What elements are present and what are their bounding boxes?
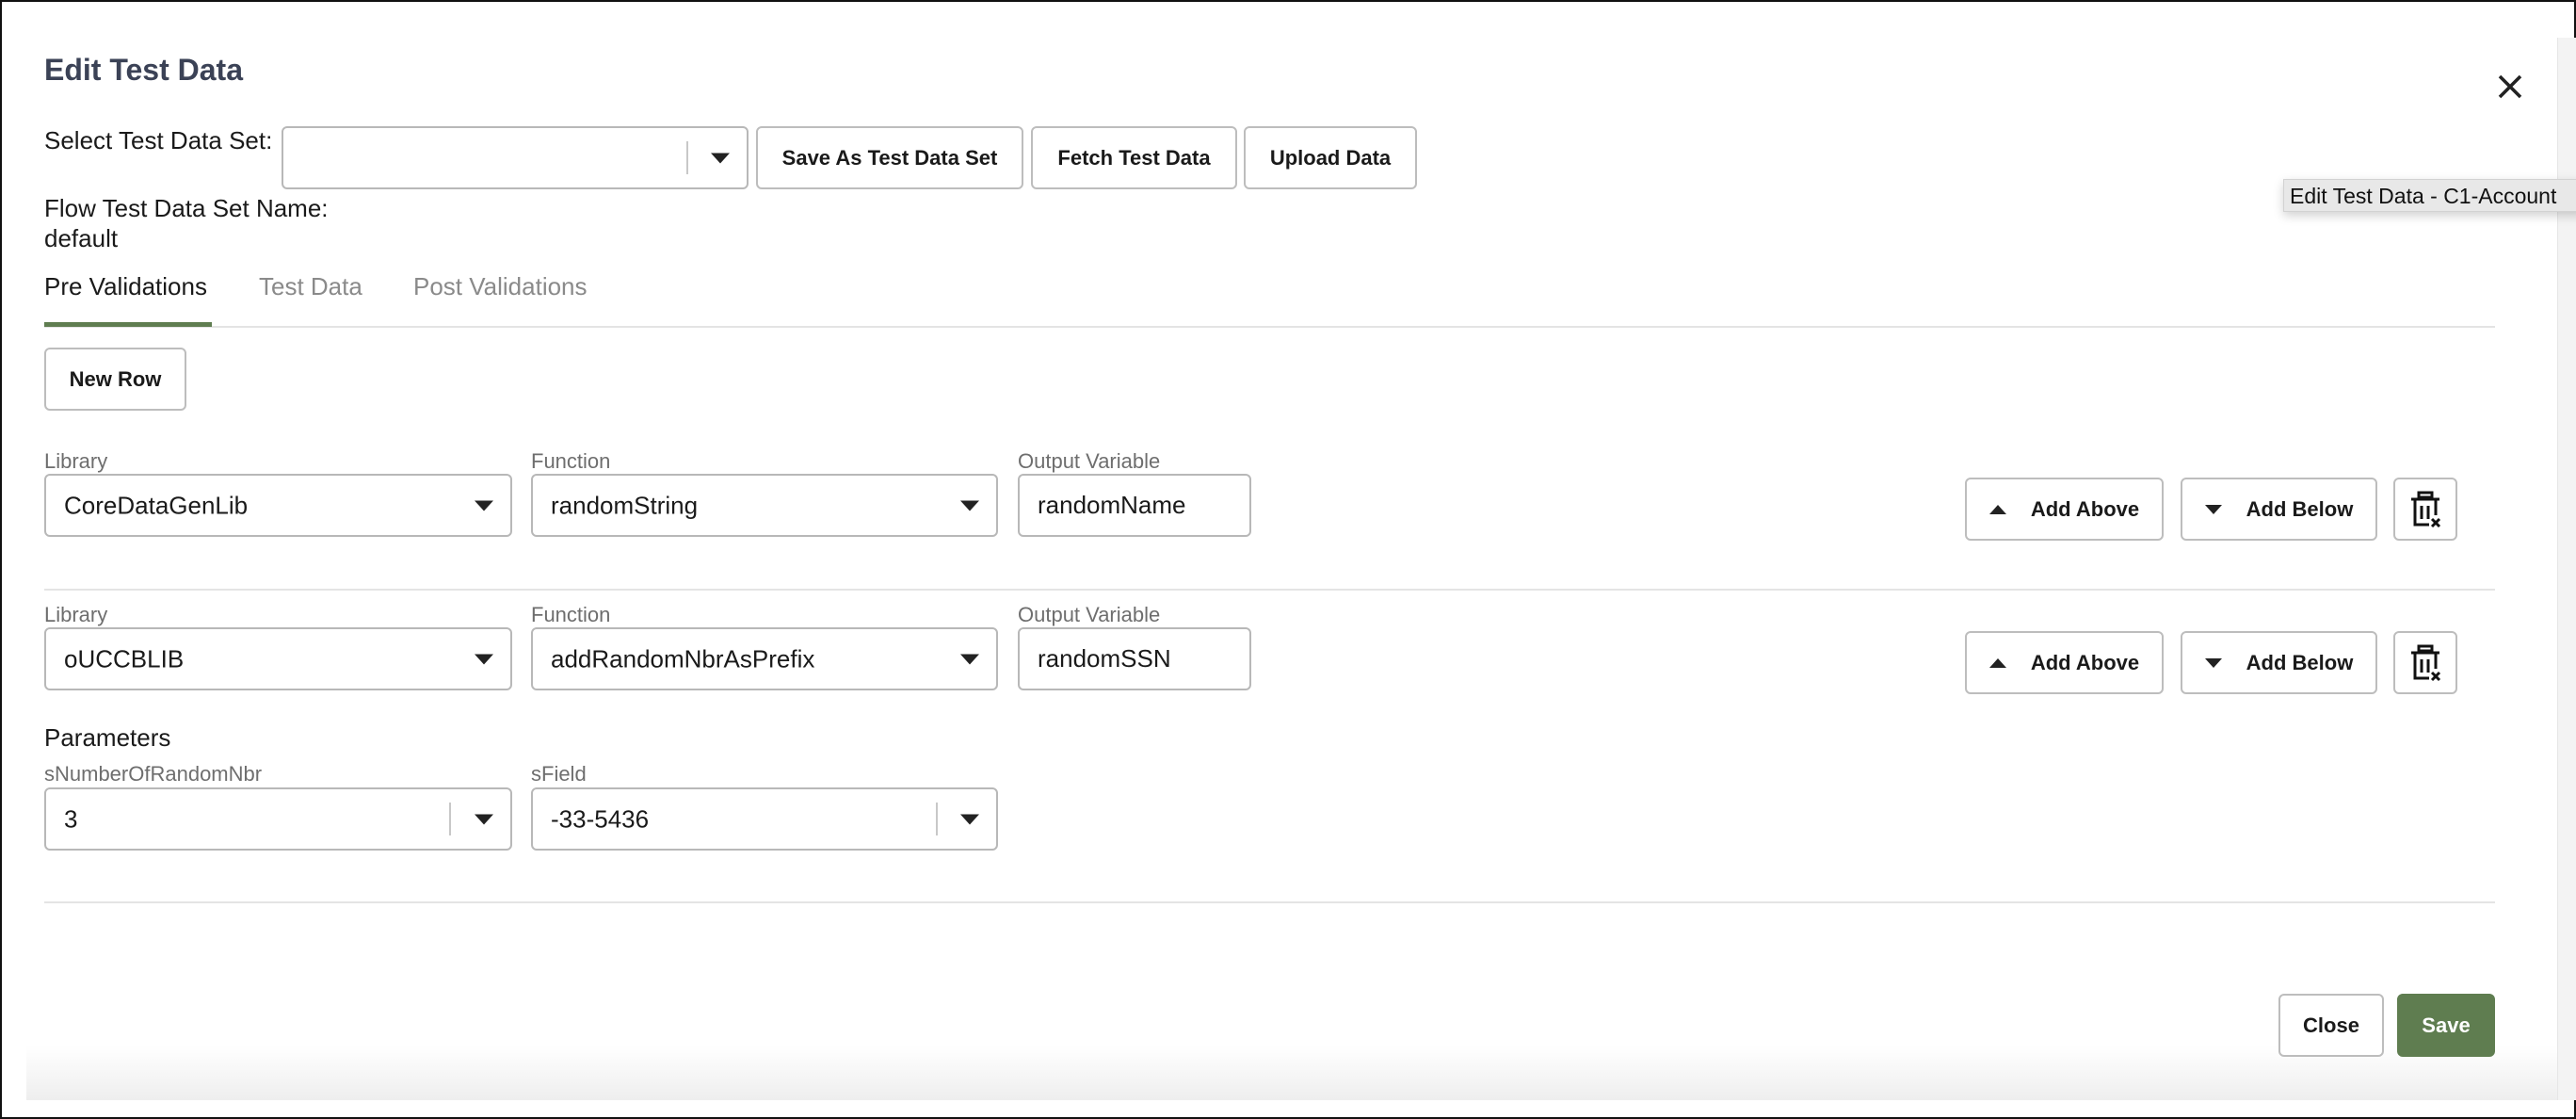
- add-below-label: Add Below: [2246, 496, 2354, 521]
- new-row-button[interactable]: New Row: [44, 348, 186, 411]
- add-above-button[interactable]: Add Above: [1965, 478, 2164, 541]
- tooltip: Edit Test Data - C1-Account: [2283, 179, 2576, 212]
- dialog-bottom-shadow: [26, 1046, 2559, 1100]
- chevron-down-icon[interactable]: [711, 153, 730, 163]
- output-variable-label: Output Variable: [1018, 603, 1161, 626]
- output-variable-label: Output Variable: [1018, 449, 1161, 473]
- test-data-set-select[interactable]: [282, 126, 749, 189]
- library-value: oUCCBLIB: [64, 644, 185, 673]
- tab-test-data[interactable]: Test Data: [259, 272, 362, 301]
- function-select[interactable]: addRandomNbrAsPrefix: [531, 627, 998, 690]
- triangle-down-icon: [2204, 504, 2222, 514]
- tabs-divider: [44, 326, 2495, 328]
- function-label: Function: [531, 603, 611, 626]
- library-select[interactable]: CoreDataGenLib: [44, 474, 512, 537]
- output-variable-input[interactable]: randomSSN: [1018, 627, 1251, 690]
- select-separator: [686, 141, 688, 174]
- library-value: CoreDataGenLib: [64, 491, 249, 519]
- flow-test-data-set-name-label: Flow Test Data Set Name:: [44, 194, 329, 222]
- fetch-test-data-button[interactable]: Fetch Test Data: [1031, 126, 1237, 189]
- close-icon[interactable]: [2493, 70, 2527, 104]
- select-test-data-set-label: Select Test Data Set:: [44, 126, 273, 154]
- save-button[interactable]: Save: [2397, 994, 2495, 1057]
- library-select[interactable]: oUCCBLIB: [44, 627, 512, 690]
- add-below-button[interactable]: Add Below: [2181, 631, 2377, 694]
- parameter-label: sField: [531, 762, 587, 786]
- close-button[interactable]: Close: [2278, 994, 2384, 1057]
- row-divider: [44, 589, 2495, 591]
- function-value: addRandomNbrAsPrefix: [551, 644, 815, 673]
- triangle-up-icon: [1988, 657, 2006, 668]
- select-separator: [936, 803, 938, 835]
- select-separator: [449, 803, 451, 835]
- section-divider: [44, 901, 2495, 903]
- parameter-select-snumberofrandomnbr[interactable]: 3: [44, 787, 512, 851]
- triangle-down-icon: [2204, 657, 2222, 668]
- add-above-button[interactable]: Add Above: [1965, 631, 2164, 694]
- parameter-value: 3: [64, 804, 78, 833]
- trash-icon: [2411, 491, 2441, 527]
- active-tab-indicator: [44, 322, 212, 327]
- chevron-down-icon[interactable]: [960, 654, 979, 664]
- function-value: randomString: [551, 491, 699, 519]
- trash-icon: [2411, 644, 2441, 681]
- function-label: Function: [531, 449, 611, 473]
- chevron-down-icon[interactable]: [475, 654, 493, 664]
- parameter-label: sNumberOfRandomNbr: [44, 762, 263, 786]
- add-below-label: Add Below: [2246, 650, 2354, 674]
- add-above-label: Add Above: [2030, 496, 2140, 521]
- chevron-down-icon[interactable]: [960, 814, 979, 824]
- flow-test-data-set-name-value: default: [44, 224, 119, 252]
- tab-pre-validations[interactable]: Pre Validations: [44, 272, 207, 301]
- chevron-down-icon[interactable]: [475, 500, 493, 511]
- delete-row-button[interactable]: [2393, 631, 2457, 694]
- parameter-value: -33-5436: [551, 804, 650, 833]
- add-below-button[interactable]: Add Below: [2181, 478, 2377, 541]
- save-as-test-data-set-button[interactable]: Save As Test Data Set: [756, 126, 1023, 189]
- library-label: Library: [44, 603, 108, 626]
- parameter-select-sfield[interactable]: -33-5436: [531, 787, 998, 851]
- dialog-title: Edit Test Data: [44, 53, 243, 87]
- chevron-down-icon[interactable]: [960, 500, 979, 511]
- library-label: Library: [44, 449, 108, 473]
- triangle-up-icon: [1988, 504, 2006, 514]
- tab-post-validations[interactable]: Post Validations: [413, 272, 588, 301]
- parameters-heading: Parameters: [44, 723, 171, 752]
- upload-data-button[interactable]: Upload Data: [1244, 126, 1417, 189]
- output-variable-input[interactable]: randomName: [1018, 474, 1251, 537]
- function-select[interactable]: randomString: [531, 474, 998, 537]
- delete-row-button[interactable]: [2393, 478, 2457, 541]
- chevron-down-icon[interactable]: [475, 814, 493, 824]
- add-above-label: Add Above: [2030, 650, 2140, 674]
